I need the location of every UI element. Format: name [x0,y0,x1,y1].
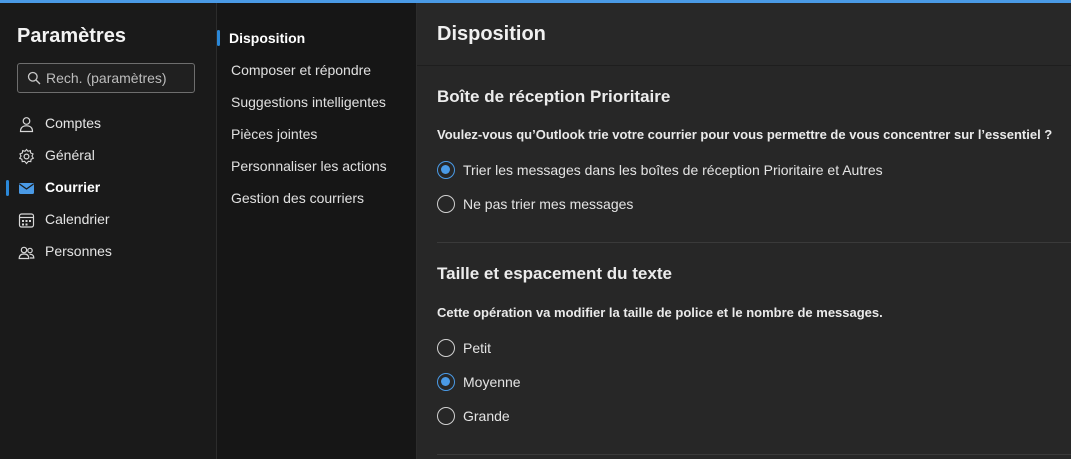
category-label: Général [45,147,95,163]
category-personnes[interactable]: Personnes [0,238,216,266]
radio-label: Ne pas trier mes messages [463,196,634,212]
radio-label: Petit [463,340,492,356]
category-general[interactable]: Général [0,142,216,170]
category-label: Calendrier [45,211,110,227]
section-divider [437,242,1071,243]
subnav-label: Disposition [229,30,306,46]
people-icon [18,246,35,260]
radio-option-grande[interactable]: Grande [437,406,1057,428]
mail-icon [19,183,34,194]
radio-button[interactable] [437,339,455,357]
subnav-label: Pièces jointes [231,126,318,142]
focused-inbox-title: Boîte de réception Prioritaire [437,87,671,106]
category-comptes[interactable]: Comptes [0,110,216,138]
settings-content: Disposition Boîte de réception Prioritai… [417,3,1071,459]
content-header: Disposition [417,3,1071,66]
subnav-composer[interactable]: Composer et répondre [217,56,416,84]
section-divider [437,454,1071,455]
text-size-description: Cette opération va modifier la taille de… [437,305,883,320]
person-icon [19,117,34,133]
search-placeholder: Rech. (paramètres) [46,70,167,86]
selection-indicator [217,30,220,46]
search-icon [27,71,41,85]
category-courrier[interactable]: Courrier [0,174,216,202]
selection-indicator [6,180,9,196]
radio-label: Trier les messages dans les boîtes de ré… [463,162,883,178]
subnav-label: Composer et répondre [231,62,372,78]
settings-sidebar: Paramètres Rech. (paramètres) Comptes Gé… [0,3,217,459]
calendar-icon [18,213,35,228]
gear-icon [18,148,35,165]
radio-option-no-sort[interactable]: Ne pas trier mes messages [437,194,1057,216]
subnav-label: Gestion des courriers [231,190,365,206]
subnav-suggestions[interactable]: Suggestions intelligentes [217,88,416,116]
content-title: Disposition [437,23,546,45]
radio-label: Grande [463,408,510,424]
subnav-pieces-jointes[interactable]: Pièces jointes [217,120,416,148]
radio-label: Moyenne [463,374,521,390]
radio-button[interactable] [437,407,455,425]
radio-option-sort[interactable]: Trier les messages dans les boîtes de ré… [437,160,1057,182]
radio-button[interactable] [437,195,455,213]
category-label: Comptes [45,115,102,131]
category-label: Personnes [45,243,112,259]
category-label: Courrier [45,179,101,195]
settings-title: Paramètres [17,25,126,47]
radio-button[interactable] [437,161,455,179]
radio-option-moyenne[interactable]: Moyenne [437,372,1057,394]
radio-option-petit[interactable]: Petit [437,338,1057,360]
subnav-label: Personnaliser les actions [231,158,387,174]
settings-search-input[interactable]: Rech. (paramètres) [17,63,195,93]
text-size-title: Taille et espacement du texte [437,264,672,283]
subnav-personnaliser[interactable]: Personnaliser les actions [217,152,416,180]
subnav-label: Suggestions intelligentes [231,94,386,110]
focused-inbox-question: Voulez-vous qu’Outlook trie votre courri… [437,127,1053,142]
radio-button[interactable] [437,373,455,391]
category-calendrier[interactable]: Calendrier [0,206,216,234]
subnav-disposition[interactable]: Disposition [217,24,416,52]
subnav-gestion[interactable]: Gestion des courriers [217,184,416,212]
mail-settings-nav: Disposition Composer et répondre Suggest… [217,3,417,459]
